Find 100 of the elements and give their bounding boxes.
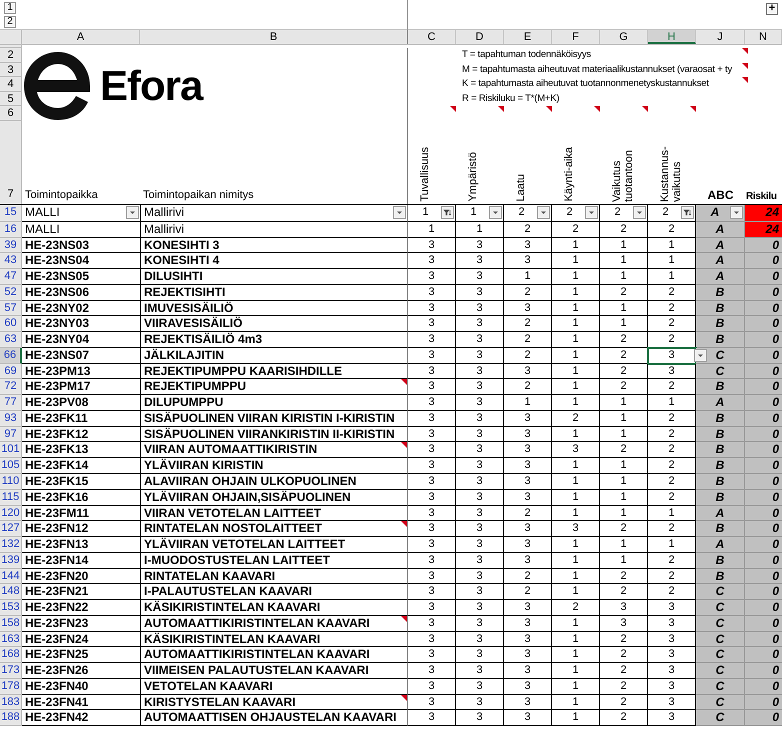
table-cell: 2 [600,284,648,301]
table-cell: 3 [408,238,456,254]
table-cell: 3 [504,537,552,553]
table-cell: C [696,678,745,695]
row-header[interactable]: 139 [0,552,22,569]
table-cell: 1 [552,238,600,254]
table-cell: AUTOMAATTISEN OHJAUSTELAN KAAVARI [140,710,408,726]
outline-level-button[interactable]: 1 [4,2,16,14]
table-cell: 0 [745,426,782,442]
column-header[interactable]: A [22,30,140,44]
dropdown-button[interactable] [126,206,139,218]
row-header[interactable]: 15 [0,204,22,222]
column-header[interactable]: D [456,30,504,44]
row-header[interactable]: 97 [0,426,22,442]
table-cell: 3 [456,647,504,664]
row-header[interactable]: 144 [0,568,22,584]
column-header[interactable]: J [696,30,745,44]
row-header[interactable]: 105 [0,458,22,474]
dropdown-button[interactable] [585,206,598,218]
row-header[interactable]: 57 [0,300,22,316]
table-cell: 3 [456,395,504,411]
table-cell: 3 [456,458,504,474]
row-header[interactable]: 72 [0,379,22,396]
dropdown-button[interactable] [537,206,550,218]
table-cell: 2 [600,222,648,238]
table-cell: B [696,426,745,442]
expand-button[interactable]: + [766,3,778,15]
row-header[interactable]: 115 [0,490,22,506]
row-header[interactable]: 47 [0,269,22,285]
row-header[interactable]: 16 [0,222,22,238]
table-cell: 3 [456,506,504,522]
table-cell: 3 [456,600,504,616]
table-cell: 2 [600,521,648,538]
table-cell: 0 [745,364,782,380]
row-header[interactable]: 69 [0,364,22,380]
table-cell: 3 [456,616,504,632]
dropdown-button[interactable] [730,206,743,218]
dropdown-button[interactable] [393,206,406,218]
column-header[interactable]: H [648,30,696,44]
table-cell: 2 [600,348,648,364]
table-cell: 3 [408,632,456,648]
row-header[interactable]: 173 [0,663,22,679]
table-cell: 0 [745,348,782,364]
filter-button[interactable] [441,206,454,218]
table-cell: B [696,332,745,348]
column-header[interactable]: F [552,30,600,44]
table-cell: 3 [456,332,504,348]
row-header[interactable]: 168 [0,647,22,664]
table-cell: B [696,410,745,427]
selected-cell[interactable]: 3 [648,348,696,364]
table-cell: HE-23NY03 [22,316,140,332]
row-header[interactable]: 183 [0,694,22,710]
dropdown-button[interactable] [489,206,502,218]
table-cell: 0 [745,332,782,348]
column-header[interactable]: C [408,30,456,44]
row-header[interactable]: 110 [0,474,22,490]
dropdown-button[interactable] [633,206,646,218]
row-header[interactable]: 39 [0,238,22,254]
row-header[interactable]: 127 [0,521,22,538]
row-header[interactable]: 163 [0,632,22,648]
table-cell: 3 [408,442,456,458]
table-cell: 2 [600,632,648,648]
row-header[interactable]: 158 [0,616,22,632]
row-header[interactable]: 52 [0,284,22,301]
row-header[interactable]: 93 [0,410,22,427]
table-cell: MALLI [22,222,140,238]
row-header[interactable]: 188 [0,710,22,726]
table-cell: 3 [408,568,456,584]
column-header[interactable]: E [504,30,552,44]
row-header[interactable]: 132 [0,537,22,553]
row-header[interactable]: 101 [0,442,22,458]
table-cell: B [696,458,745,474]
filter-icon [443,208,452,216]
filter-button[interactable] [681,206,694,218]
row-header[interactable]: 178 [0,678,22,695]
row-header[interactable]: 77 [0,395,22,411]
table-cell: 1 [552,537,600,553]
table-cell: 1 [600,426,648,442]
table-cell: 3 [456,537,504,553]
row-header[interactable]: 153 [0,600,22,616]
row-header[interactable]: 120 [0,506,22,522]
column-title: Laatu [515,174,528,202]
table-cell: 0 [745,537,782,553]
row-header[interactable]: 63 [0,332,22,348]
row-header[interactable]: 60 [0,316,22,332]
row-header[interactable]: 7 [7,186,14,202]
row-header[interactable]: 66 [0,348,22,364]
row-header[interactable]: 43 [0,253,22,270]
table-cell: 1 [552,663,600,679]
table-cell: VIIRAN VETOTELAN LAITTEET [140,506,408,522]
column-header[interactable]: B [140,30,408,44]
table-cell: 3 [408,663,456,679]
table-cell: B [696,379,745,396]
table-cell: B [696,521,745,538]
outline-level-button[interactable]: 2 [4,16,16,28]
row-header[interactable]: 148 [0,584,22,600]
column-title: Vaikutus tuotantoon [611,148,636,202]
cell-text: 2 [614,206,622,218]
dropdown-button[interactable] [694,348,707,362]
column-header[interactable]: N [745,30,782,44]
